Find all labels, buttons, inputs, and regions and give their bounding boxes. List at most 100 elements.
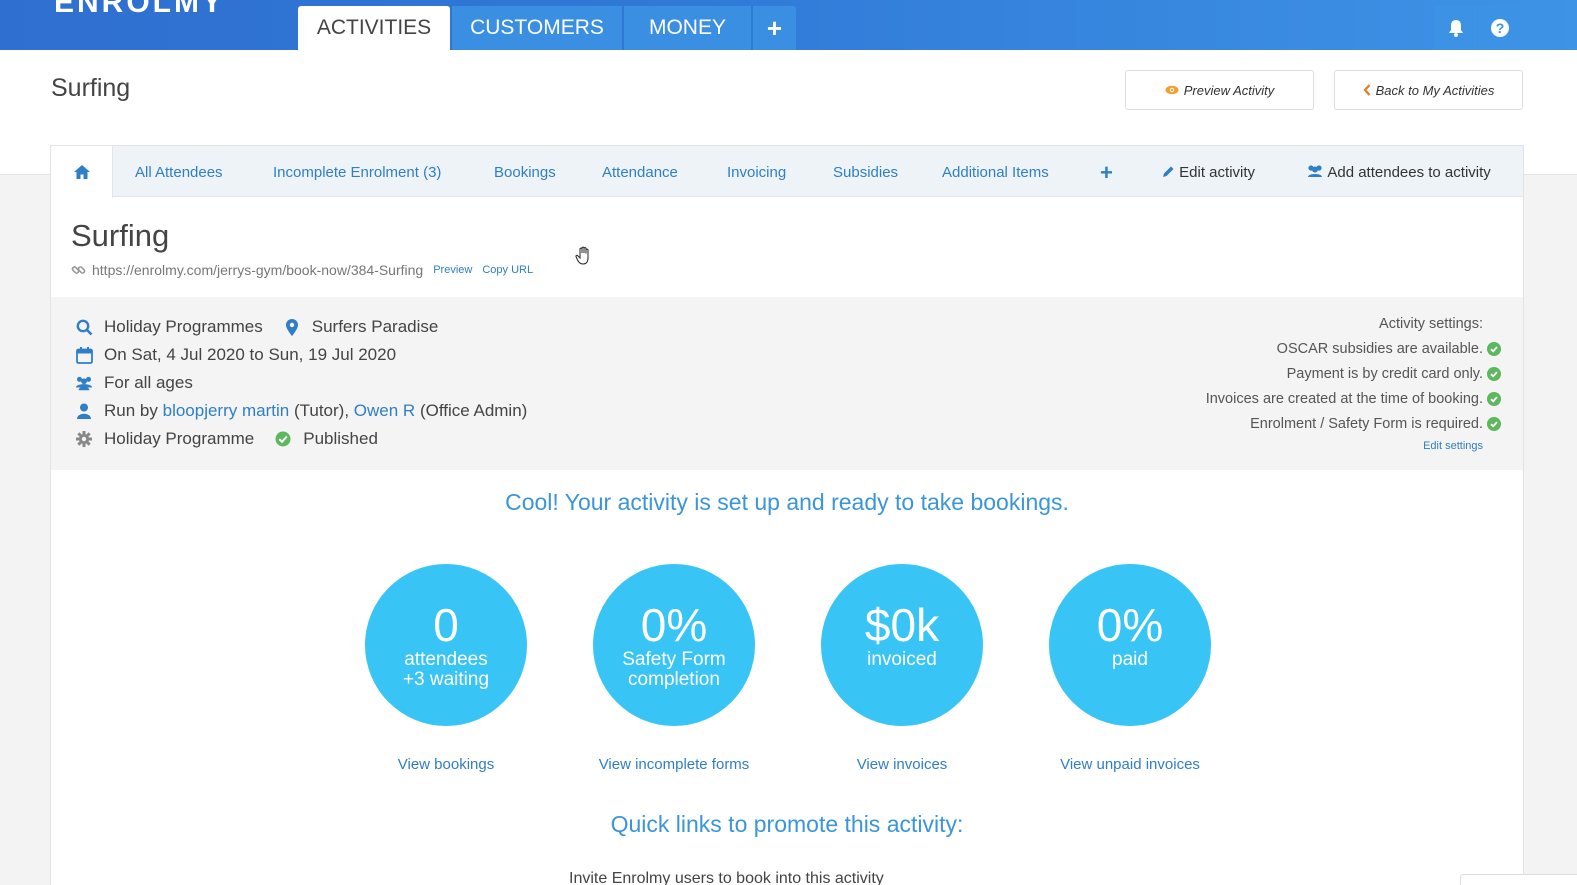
eye-icon: [1165, 85, 1179, 95]
group-icon: [75, 374, 93, 392]
view-incomplete-forms-link[interactable]: View incomplete forms: [593, 756, 755, 773]
dates-row: On Sat, 4 Jul 2020 to Sun, 19 Jul 2020: [75, 345, 396, 365]
tutor-role: (Tutor),: [293, 401, 350, 420]
tab-incomplete-enrolment[interactable]: Incomplete Enrolment (3): [273, 146, 441, 197]
stat-line2: completion: [628, 669, 720, 690]
pencil-icon: [1163, 166, 1174, 177]
stat-line1: paid: [1112, 649, 1148, 670]
stat-circle: 0% Safety Form completion: [593, 564, 755, 726]
admin-link[interactable]: Owen R: [354, 401, 415, 421]
back-to-activities-label: Back to My Activities: [1375, 82, 1495, 98]
admin-role: (Office Admin): [419, 401, 528, 420]
activity-url-row: https://enrolmy.com/jerrys-gym/book-now/…: [71, 262, 533, 278]
run-by-row: Run by bloopjerry martin (Tutor), Owen R…: [75, 401, 527, 421]
tab-subsidies[interactable]: Subsidies: [833, 146, 898, 197]
stat-line1: attendees: [404, 649, 488, 670]
corner-widget[interactable]: [1460, 874, 1577, 885]
type-text: Holiday Programme: [104, 429, 255, 448]
check-icon: [1487, 341, 1501, 356]
preview-link[interactable]: Preview: [433, 264, 472, 276]
stat-invoiced: $0k invoiced View invoices: [821, 564, 983, 773]
stat-value: $0k: [864, 599, 940, 651]
tab-add-more[interactable]: +: [1100, 146, 1113, 197]
tab-activities[interactable]: ACTIVITIES: [298, 6, 450, 50]
tab-bookings[interactable]: Bookings: [494, 146, 556, 197]
preview-activity-label: Preview Activity: [1183, 82, 1275, 98]
setting-item: OSCAR subsidies are available.: [1206, 336, 1501, 361]
add-attendees-link[interactable]: Add attendees to activity: [1306, 146, 1491, 197]
setting-item: Enrolment / Safety Form is required.: [1206, 411, 1501, 436]
gear-icon: [75, 430, 93, 448]
copy-url-link[interactable]: Copy URL: [482, 264, 533, 276]
promote-text: Invite Enrolmy users to book into this a…: [569, 870, 884, 885]
ages-text: For all ages: [104, 373, 193, 392]
setting-text: Payment is by credit card only.: [1286, 365, 1483, 382]
activity-url[interactable]: https://enrolmy.com/jerrys-gym/book-now/…: [92, 262, 423, 278]
stat-paid: 0% paid View unpaid invoices: [1049, 564, 1211, 773]
status-text: Published: [303, 429, 378, 448]
check-icon: [1487, 391, 1501, 406]
stat-circle: $0k invoiced: [821, 564, 983, 726]
location-text: Surfers Paradise: [311, 317, 439, 336]
edit-activity-label: Edit activity: [1179, 164, 1256, 181]
published-check-icon: [274, 430, 292, 448]
setting-item: Invoices are created at the time of book…: [1206, 386, 1501, 411]
setting-text: Enrolment / Safety Form is required.: [1250, 415, 1483, 432]
users-icon: [1308, 165, 1322, 177]
bell-icon: [1448, 20, 1463, 37]
view-unpaid-invoices-link[interactable]: View unpaid invoices: [1049, 756, 1211, 773]
category-row: Holiday Programmes Surfers Paradise: [75, 317, 438, 337]
view-invoices-link[interactable]: View invoices: [821, 756, 983, 773]
setting-text: OSCAR subsidies are available.: [1276, 340, 1483, 357]
activity-card: All Attendees Incomplete Enrolment (3) B…: [50, 145, 1524, 885]
check-icon: [1487, 416, 1501, 431]
edit-activity-link[interactable]: Edit activity: [1162, 146, 1255, 197]
tab-home[interactable]: [51, 146, 113, 198]
promote-heading: Quick links to promote this activity:: [610, 811, 964, 837]
home-icon: [73, 165, 90, 179]
tab-customers[interactable]: CUSTOMERS: [452, 6, 622, 50]
question-icon: ?: [1490, 19, 1509, 37]
svg-text:?: ?: [1495, 20, 1504, 36]
top-header: ENROLMY ACTIVITIES CUSTOMERS MONEY + ?: [0, 0, 1577, 50]
view-bookings-link[interactable]: View bookings: [365, 756, 527, 773]
check-icon: [1487, 366, 1501, 381]
setting-item: Payment is by credit card only.: [1206, 361, 1501, 386]
setting-text: Invoices are created at the time of book…: [1205, 390, 1483, 407]
ages-row: For all ages: [75, 373, 193, 393]
stat-attendees: 0 attendees +3 waiting View bookings: [365, 564, 527, 773]
preview-activity-button[interactable]: Preview Activity: [1125, 70, 1314, 110]
tab-money[interactable]: MONEY: [624, 6, 751, 50]
stat-circle: 0 attendees +3 waiting: [365, 564, 527, 726]
stat-safety-form: 0% Safety Form completion View incomplet…: [593, 564, 755, 773]
tab-add[interactable]: +: [753, 6, 796, 50]
calendar-icon: [75, 346, 93, 364]
search-icon: [75, 318, 93, 336]
tab-invoicing[interactable]: Invoicing: [727, 146, 786, 197]
chevron-left-icon: [1363, 84, 1370, 96]
help-button[interactable]: ?: [1478, 6, 1521, 50]
page-title: Surfing: [51, 74, 131, 102]
stat-line1: Safety Form: [622, 649, 726, 670]
stat-value: 0%: [640, 599, 708, 651]
ready-message: Cool! Your activity is set up and ready …: [505, 489, 1069, 515]
notifications-button[interactable]: [1434, 6, 1477, 50]
tab-all-attendees[interactable]: All Attendees: [135, 146, 223, 197]
activity-subnav: All Attendees Incomplete Enrolment (3) B…: [51, 146, 1523, 198]
settings-heading: Activity settings:: [1379, 315, 1483, 332]
stat-line1: invoiced: [867, 649, 937, 670]
tab-attendance[interactable]: Attendance: [602, 146, 678, 197]
activity-title: Surfing: [71, 218, 170, 253]
map-marker-icon: [283, 318, 301, 336]
stat-circle: 0% paid: [1049, 564, 1211, 726]
tutor-link[interactable]: bloopjerry martin: [163, 401, 290, 421]
edit-settings-link[interactable]: Edit settings: [1206, 440, 1501, 452]
tab-additional-items[interactable]: Additional Items: [942, 146, 1049, 197]
hand-cursor-icon: [575, 246, 589, 265]
stat-line2: +3 waiting: [402, 669, 490, 690]
type-row: Holiday Programme Published: [75, 429, 378, 449]
run-by-prefix: Run by: [104, 401, 158, 420]
back-to-activities-button[interactable]: Back to My Activities: [1334, 70, 1523, 110]
user-icon: [75, 402, 93, 420]
brand-logo[interactable]: ENROLMY: [54, 0, 225, 20]
